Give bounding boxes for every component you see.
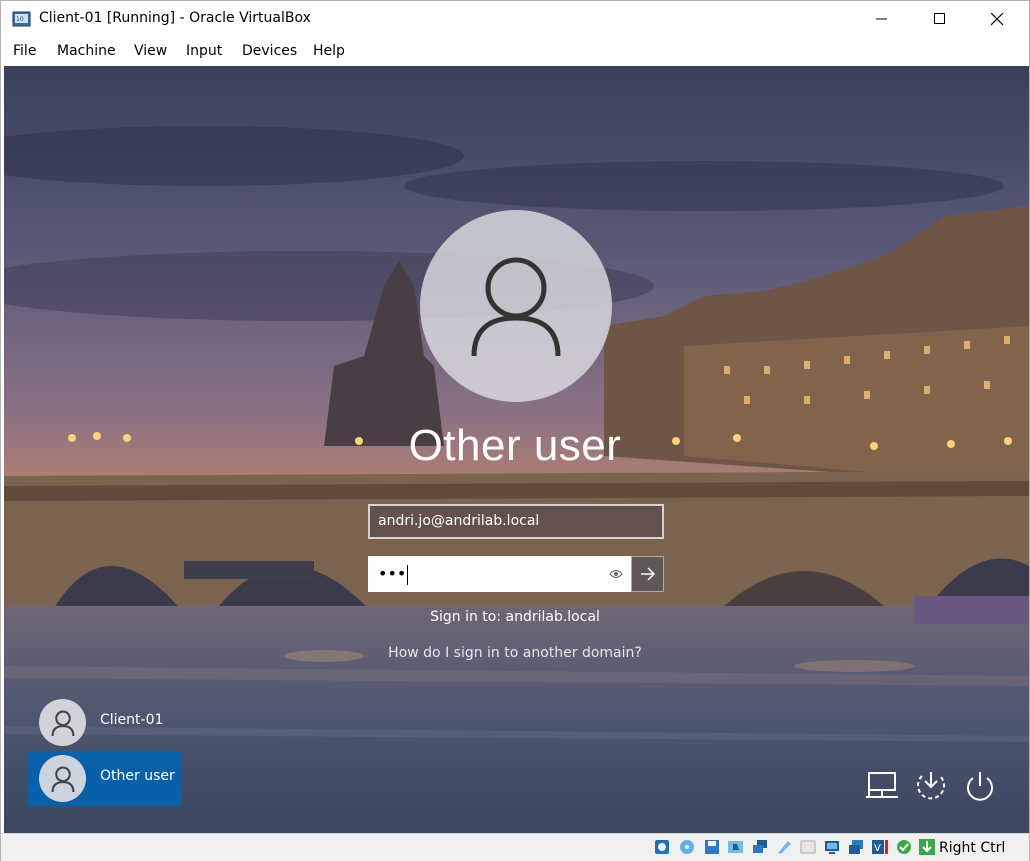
floppy-icon[interactable] [703,838,721,856]
user-avatar-small [39,699,86,746]
menu-devices[interactable]: Devices [242,43,297,59]
password-input[interactable]: ••• [368,556,631,592]
optical-drive-icon[interactable] [678,838,696,856]
hard-disk-icon[interactable] [653,838,671,856]
host-key-label: Right Ctrl [939,840,1006,856]
menu-file[interactable]: File [13,43,36,59]
other-domain-link[interactable]: How do I sign in to another domain? [315,645,715,661]
video-capture-icon[interactable] [847,838,865,856]
menu-input[interactable]: Input [186,43,222,59]
maximize-icon [933,13,945,24]
accessibility-icon[interactable] [914,770,948,802]
svg-text:10: 10 [16,16,24,23]
title-bar: 10 Client-01 [Running] - Oracle VirtualB… [1,1,1029,37]
sign-in-domain-text: Sign in to: andrilab.local [430,609,600,625]
user-icon [51,710,74,736]
menu-machine[interactable]: Machine [57,43,116,59]
user-tile-other-user[interactable]: Other user [28,751,182,806]
username-input[interactable]: andri.jo@andrilab.local [368,504,664,539]
user-tile-label: Client-01 [100,712,164,728]
menu-view[interactable]: View [134,43,167,59]
menu-bar: File Machine View Input Devices Help [1,37,1029,66]
guest-additions-icon[interactable] [895,838,913,856]
network-adapter-icon[interactable] [751,838,769,856]
selected-user-name: Other user [408,421,622,470]
arrow-right-icon [640,567,655,581]
user-tile-label: Other user [100,768,175,784]
menu-help[interactable]: Help [313,43,345,59]
user-icon [51,766,74,792]
power-icon[interactable] [964,770,996,802]
user-avatar-large [420,210,612,402]
shared-folders-icon[interactable] [799,838,817,856]
status-bar: V Right Ctrl [1,833,1029,861]
submit-button[interactable] [631,556,664,592]
audio-icon[interactable] [727,838,745,856]
vm-display[interactable]: Other user andri.jo@andrilab.local ••• S… [4,66,1029,833]
window-title: Client-01 [Running] - Oracle VirtualBox [39,10,311,26]
virtualbox-window: 10 Client-01 [Running] - Oracle VirtualB… [0,0,1030,861]
display-icon[interactable] [823,838,841,856]
network-icon[interactable] [866,770,900,800]
minimize-icon [875,18,887,20]
user-avatar-small [39,755,86,802]
user-icon [471,257,561,356]
virtualization-icon[interactable]: V [871,838,889,856]
svg-text:V: V [874,843,881,854]
usb-icon[interactable] [775,838,793,856]
maximize-button[interactable] [910,1,969,37]
user-tile-client-01[interactable]: Client-01 [28,695,182,750]
password-mask: ••• [378,564,409,585]
close-icon [991,12,1004,25]
close-button[interactable] [968,1,1027,37]
minimize-button[interactable] [852,1,911,37]
mouse-integration-icon[interactable] [918,838,936,856]
reveal-password-icon[interactable] [609,569,623,579]
virtualbox-app-icon: 10 [12,11,31,27]
